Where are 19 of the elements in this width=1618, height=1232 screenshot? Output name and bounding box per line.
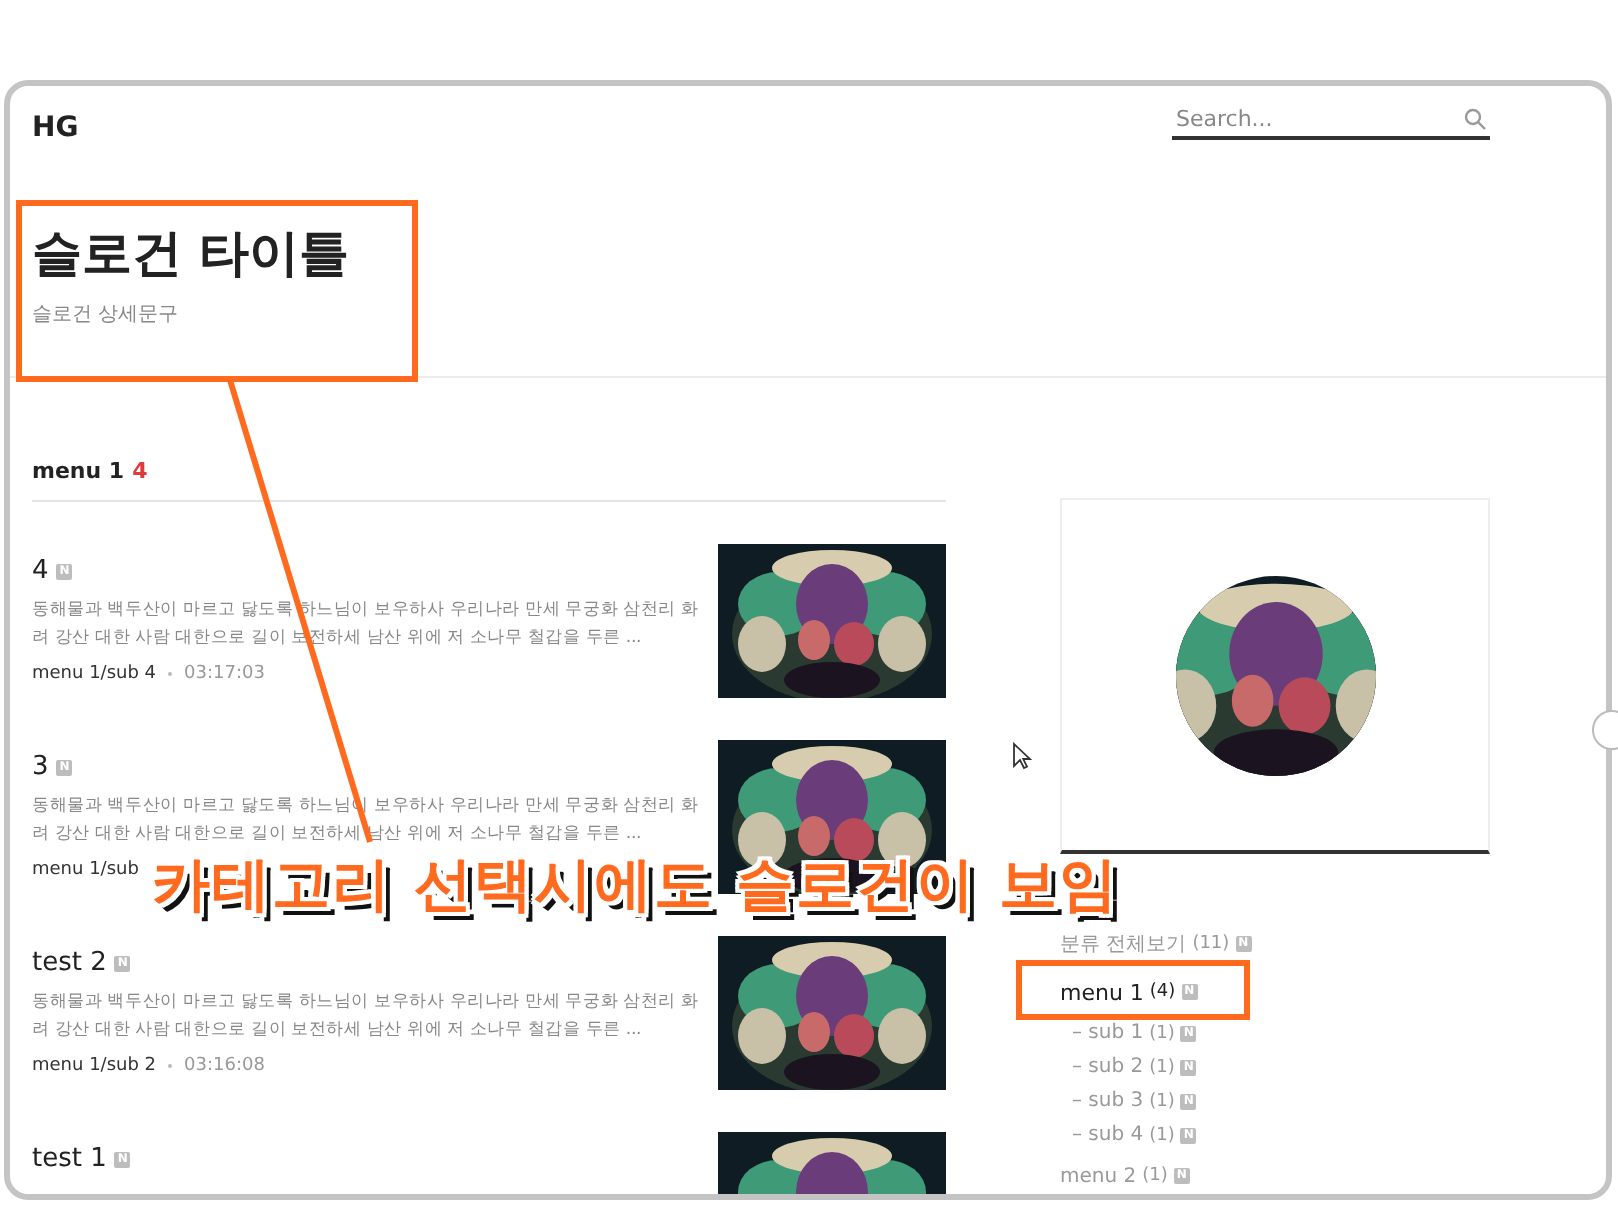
post-time: 03:17:03 <box>184 664 265 684</box>
post-title[interactable]: test 1 <box>32 1144 107 1174</box>
post-excerpt: 동해물과 백두산이 마르고 닳도록 하느님이 보우하사 우리나라 만세 무궁화 삼천리 화려 강산 대한 사람 대한으로 길이 보전하세 남산 위에 저 소나무 철갑을 두른 ... <box>32 990 701 1044</box>
post-title[interactable]: test 2 <box>32 948 107 978</box>
post-category[interactable]: menu 1/sub 2 <box>32 1056 157 1076</box>
post-title[interactable]: 3 <box>32 752 49 782</box>
search-icon[interactable] <box>1464 108 1486 130</box>
blog-logo[interactable]: HG <box>32 112 79 144</box>
post-count: 4 <box>132 458 148 484</box>
cursor-icon <box>1012 742 1032 770</box>
post-category[interactable]: menu 1/sub 4 <box>32 664 157 684</box>
separator-dot <box>168 672 173 676</box>
post-time: 03:16:08 <box>184 1056 265 1076</box>
post-title[interactable]: 4 <box>32 556 49 586</box>
separator-dot <box>168 1064 173 1068</box>
slogan-subtitle: 슬로건 상세문구 <box>32 302 181 328</box>
slogan-title: 슬로건 타이틀 <box>32 222 352 286</box>
category-title: menu 1 <box>32 458 125 484</box>
post-category[interactable]: menu 1/sub <box>32 860 139 880</box>
